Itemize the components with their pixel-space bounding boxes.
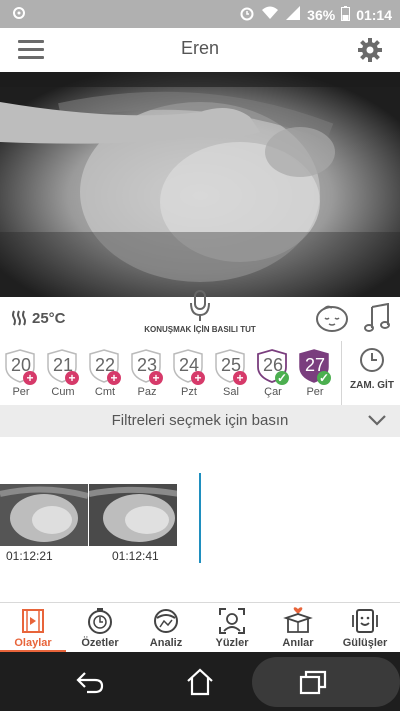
- go-to-time-button[interactable]: ZAM. GİT: [344, 347, 400, 391]
- lullaby-face-icon[interactable]: [314, 303, 350, 338]
- filter-prompt: Filtreleri seçmek için basın: [111, 412, 289, 429]
- day-selector: 20 + Per 21 + Cum 22 + Cmt 23 + Paz 24 +…: [0, 341, 400, 406]
- clip-time: 01:12:41: [112, 549, 159, 563]
- settings-gear-icon[interactable]: [356, 36, 384, 64]
- nav-ozetler[interactable]: Özetler: [67, 606, 133, 649]
- nav-anilar[interactable]: Anılar: [265, 606, 331, 649]
- nav-label: Analiz: [149, 637, 183, 649]
- recent-apps-icon[interactable]: [295, 664, 331, 700]
- day-item[interactable]: 25 + Sal: [213, 349, 249, 399]
- memory-box-icon: [265, 606, 331, 636]
- timer-icon: [67, 606, 133, 636]
- day-label: Çar: [264, 386, 282, 398]
- face-scan-icon: [199, 606, 265, 636]
- sync-icon: [12, 6, 26, 23]
- nav-label: Özetler: [81, 637, 119, 649]
- day-label: Paz: [137, 386, 157, 398]
- clip-thumbnail[interactable]: [89, 484, 177, 546]
- battery-icon: [341, 5, 351, 24]
- chevron-down-icon[interactable]: [368, 413, 386, 431]
- nav-label: Olaylar: [14, 637, 52, 649]
- temperature-value: 25°C: [32, 309, 66, 327]
- talk-hint: KONUŞMAK İÇİN BASILI TUT: [144, 325, 256, 334]
- add-badge-icon: +: [191, 371, 205, 385]
- bottom-navigation: Olaylar Özetler Analiz Yüzler Anılar Gül…: [0, 602, 400, 653]
- day-item-selected[interactable]: 27 ✓ Per: [297, 349, 333, 399]
- day-item[interactable]: 23 + Paz: [129, 349, 165, 399]
- music-note-icon[interactable]: [362, 302, 392, 338]
- timeline-playhead[interactable]: [199, 473, 201, 563]
- alarm-icon: [239, 5, 255, 24]
- nav-analiz[interactable]: Analiz: [133, 606, 199, 649]
- clock-icon: [360, 348, 384, 372]
- temperature-reading: 25°C: [10, 309, 66, 327]
- day-item[interactable]: 26 ✓ Çar: [255, 349, 291, 399]
- nav-yuzler[interactable]: Yüzler: [199, 606, 265, 649]
- status-bar: 36% 01:14: [0, 0, 400, 28]
- nav-label: Anılar: [282, 637, 314, 649]
- clock: 01:14: [356, 6, 392, 23]
- day-label: Per: [12, 386, 30, 398]
- microphone-icon: [190, 290, 210, 321]
- day-item[interactable]: 21 + Cum: [45, 349, 81, 399]
- day-item[interactable]: 20 + Per: [3, 349, 39, 399]
- day-label: Sal: [223, 386, 239, 398]
- chart-icon: [133, 606, 199, 636]
- go-to-time-label: ZAM. GİT: [350, 380, 394, 391]
- clip-time: 01:12:21: [6, 549, 53, 563]
- add-badge-icon: +: [107, 371, 121, 385]
- wifi-icon: [261, 6, 279, 23]
- check-badge-icon: ✓: [317, 371, 331, 385]
- system-navigation-bar: [0, 652, 400, 711]
- day-label: Per: [306, 386, 324, 398]
- controls-bar: 25°C KONUŞMAK İÇİN BASILI TUT: [0, 290, 400, 342]
- day-item[interactable]: 24 + Pzt: [171, 349, 207, 399]
- nav-guluşler[interactable]: Gülüşler: [332, 606, 398, 649]
- add-badge-icon: +: [23, 371, 37, 385]
- film-icon: [0, 606, 66, 636]
- add-badge-icon: +: [65, 371, 79, 385]
- push-to-talk-button[interactable]: [180, 289, 220, 328]
- home-icon[interactable]: [182, 664, 218, 700]
- day-item[interactable]: 22 + Cmt: [87, 349, 123, 399]
- heat-waves-icon: [12, 310, 26, 326]
- page-title: Eren: [180, 38, 220, 58]
- filter-bar[interactable]: Filtreleri seçmek için basın: [0, 405, 400, 438]
- check-badge-icon: ✓: [275, 371, 289, 385]
- day-label: Pzt: [181, 386, 197, 398]
- day-label: Cum: [51, 386, 75, 398]
- nav-label: Yüzler: [215, 637, 249, 649]
- events-timeline[interactable]: 01:12:21 01:12:41: [0, 437, 400, 602]
- signal-icon: [285, 6, 301, 23]
- back-icon[interactable]: [72, 664, 108, 700]
- camera-feed[interactable]: [0, 72, 400, 297]
- battery-level: 36%: [307, 6, 336, 23]
- nav-label: Gülüşler: [342, 637, 388, 649]
- add-badge-icon: +: [149, 371, 163, 385]
- smile-icon: [332, 606, 398, 636]
- clip-thumbnail[interactable]: [0, 484, 88, 546]
- divider: [341, 341, 342, 405]
- nav-olaylar[interactable]: Olaylar: [0, 606, 66, 649]
- add-badge-icon: +: [233, 371, 247, 385]
- app-bar: Eren: [0, 28, 400, 72]
- day-label: Cmt: [94, 386, 116, 398]
